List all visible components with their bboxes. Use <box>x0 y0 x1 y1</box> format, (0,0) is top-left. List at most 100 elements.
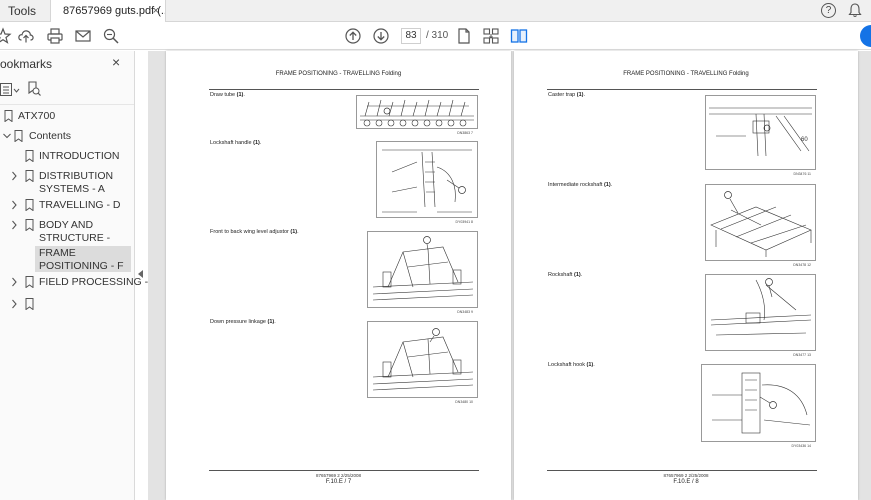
figure-rockshaft: DN3477 13 <box>705 274 816 357</box>
document-viewport[interactable]: FRAME POSITIONING - TRAVELLING Folding D… <box>148 51 871 500</box>
figure-id: DY03436 14 <box>791 444 811 448</box>
bookmark-icon <box>25 199 34 211</box>
figure-lockshaft-hook: DY03436 14 <box>701 364 816 448</box>
machine-drawing <box>710 191 812 257</box>
two-page-icon[interactable] <box>510 27 528 45</box>
collapse-panel-icon[interactable] <box>138 270 144 278</box>
figure-id: DN3863 7 <box>457 131 473 135</box>
scroll-mode-icon[interactable] <box>482 27 500 45</box>
bookmark-icon <box>25 150 34 162</box>
star-icon[interactable] <box>0 27 12 45</box>
figure-caption: Lockshaft handle (1). <box>210 140 262 146</box>
figure-caster-trap: 60 DN3476 11 <box>705 95 816 176</box>
tab-tools[interactable]: Tools <box>0 0 50 22</box>
pdf-page-right: FRAME POSITIONING - TRAVELLING Folding C… <box>514 51 858 500</box>
figure-caption: Rockshaft (1). <box>548 272 583 278</box>
panel-divider <box>0 104 134 105</box>
zoom-search-icon[interactable] <box>102 27 120 45</box>
figure-id: DN3480 10 <box>455 400 473 404</box>
print-icon[interactable] <box>46 27 64 45</box>
chevron-right-icon[interactable] <box>10 171 18 181</box>
chevron-down-icon[interactable] <box>3 131 11 141</box>
bookmark-icon <box>25 276 34 288</box>
bookmark-icon <box>25 298 34 310</box>
machine-drawing <box>712 372 811 434</box>
options-menu-icon[interactable] <box>0 83 22 97</box>
pdf-page-left: FRAME POSITIONING - TRAVELLING Folding D… <box>166 51 511 500</box>
bookmark-introduction[interactable]: INTRODUCTION <box>0 150 134 164</box>
footer-rule <box>547 470 817 471</box>
svg-text:60: 60 <box>801 137 808 143</box>
bookmark-label: ATX700 <box>18 110 56 122</box>
bookmark-tools <box>0 81 60 99</box>
bell-icon[interactable] <box>848 3 862 18</box>
figure-caption: Draw tube (1). <box>210 92 245 98</box>
bookmarks-panel: ookmarks × ATX700 Contents INTRODUCTION … <box>0 51 157 500</box>
tab-close-button[interactable]: × <box>153 0 159 22</box>
page-header: FRAME POSITIONING - TRAVELLING Folding <box>275 71 402 77</box>
machine-drawing <box>710 278 812 336</box>
figure-id: DN3478 12 <box>793 263 811 267</box>
upload-icon[interactable] <box>17 27 35 45</box>
footer-page-number: F.10.E / 7 <box>325 479 352 485</box>
bookmark-label: TRAVELLING - D <box>39 199 121 211</box>
bookmark-icon <box>25 219 34 231</box>
footer-doc-info: 87657969 2 2/25/2008 <box>315 473 362 478</box>
figure-caption: Caster trap (1). <box>548 92 585 98</box>
machine-drawing <box>382 149 472 213</box>
tab-bar: Tools 87657969 guts.pdf (... × ? <box>0 0 871 22</box>
chevron-right-icon[interactable] <box>10 200 18 210</box>
figure-wing-level-adjustor: DN3483 9 <box>367 231 478 314</box>
bookmark-travelling[interactable]: TRAVELLING - D <box>0 199 134 213</box>
close-panel-button[interactable]: × <box>112 54 120 70</box>
bookmark-icon <box>25 170 34 182</box>
figure-id: DN3476 11 <box>793 172 811 176</box>
toolbar: 83 / 310 <box>0 22 871 50</box>
tab-document[interactable]: 87657969 guts.pdf (... × <box>50 0 166 22</box>
footer-page-number: F.10.E / 8 <box>673 479 699 485</box>
bookmark-label: FRAME POSITIONING - F <box>39 247 124 272</box>
bookmark-frame-positioning[interactable]: FRAME POSITIONING - F <box>35 246 131 272</box>
mail-icon[interactable] <box>74 27 92 45</box>
figure-caption: Front to back wing level adjustor (1). <box>210 229 299 235</box>
page-icon[interactable] <box>455 27 473 45</box>
figure-caption: Down pressure linkage (1). <box>210 319 276 325</box>
footer-doc-info: 87657969 2 2/25/2008 <box>663 473 709 478</box>
header-rule <box>547 89 817 90</box>
bookmark-icon <box>4 110 13 122</box>
bookmark-label: INTRODUCTION <box>39 150 120 162</box>
help-icon[interactable]: ? <box>821 3 836 18</box>
bookmark-search-icon[interactable] <box>27 81 41 97</box>
tab-document-label: 87657969 guts.pdf (... <box>63 5 166 17</box>
arrow-up-icon[interactable] <box>344 27 362 45</box>
bookmark-field-processing[interactable]: FIELD PROCESSING - L <box>0 276 157 290</box>
bookmark-label: Contents <box>29 130 72 142</box>
bookmark-label: DISTRIBUTION SYSTEMS - A <box>39 170 114 195</box>
figure-id: DN3477 13 <box>793 353 811 357</box>
machine-drawing <box>372 236 474 301</box>
figure-down-pressure-linkage: DN3480 10 <box>367 321 478 404</box>
figure-id: DN3483 9 <box>457 310 473 314</box>
bookmarks-title: ookmarks <box>0 57 53 71</box>
machine-drawing: 60 <box>709 107 812 157</box>
arrow-down-icon[interactable] <box>372 27 390 45</box>
footer-rule <box>209 470 479 471</box>
chevron-right-icon[interactable] <box>10 220 18 230</box>
chevron-right-icon[interactable] <box>10 299 18 309</box>
chevron-right-icon[interactable] <box>10 277 18 287</box>
bookmark-atx700[interactable]: ATX700 <box>0 110 134 124</box>
figure-intermediate-rockshaft: DN3478 12 <box>705 184 816 267</box>
page-number-input[interactable]: 83 <box>401 28 421 44</box>
bookmark-distribution[interactable]: DISTRIBUTION SYSTEMS - A <box>0 170 134 196</box>
machine-drawing <box>360 99 474 127</box>
figure-caption: Intermediate rockshaft (1). <box>548 182 613 188</box>
figure-caption: Lockshaft hook (1). <box>548 362 595 368</box>
bookmark-body-structure[interactable]: BODY AND STRUCTURE - E <box>0 219 134 256</box>
bookmark-contents[interactable]: Contents <box>0 130 134 144</box>
page-total: / 310 <box>426 30 449 41</box>
page-header: FRAME POSITIONING - TRAVELLING Folding <box>623 71 749 77</box>
machine-drawing <box>372 328 474 391</box>
figure-id: DY03941 8 <box>455 220 473 224</box>
figure-draw-tube: DN3863 7 <box>356 95 478 135</box>
figure-lockshaft-handle: DY03941 8 <box>376 141 478 224</box>
